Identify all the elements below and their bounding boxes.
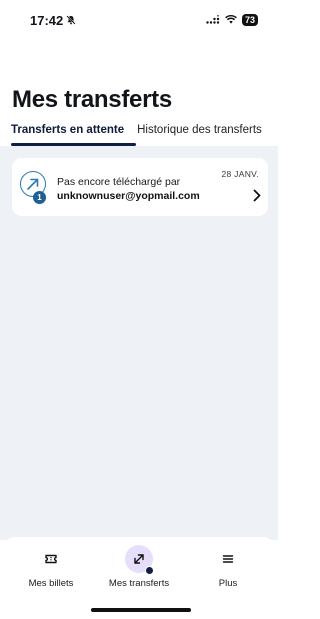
home-indicator[interactable] bbox=[91, 608, 191, 612]
transfer-status-text: Pas encore téléchargé par bbox=[57, 176, 181, 188]
nav-label-plus: Plus bbox=[218, 578, 238, 589]
bell-slash-icon bbox=[66, 13, 76, 28]
page-title: Mes transferts bbox=[12, 86, 172, 113]
transfer-date: 28 JANV. bbox=[221, 169, 259, 179]
notification-dot bbox=[145, 566, 154, 575]
status-icons: 73 bbox=[206, 11, 258, 29]
bottom-navigation: Mes billets Mes transferts Plus bbox=[0, 537, 278, 619]
nav-icon-container bbox=[37, 545, 65, 573]
nav-item-mes-transferts[interactable]: Mes transferts bbox=[94, 537, 184, 589]
chevron-right-icon[interactable] bbox=[253, 189, 261, 207]
tab-pending-transfers[interactable]: Transferts en attente bbox=[11, 122, 137, 146]
wifi-icon bbox=[225, 11, 237, 29]
transfer-count-badge: 1 bbox=[33, 191, 46, 204]
transfer-card[interactable]: 1 Pas encore téléchargé par unknownuser@… bbox=[12, 158, 268, 216]
status-bar: 17:42 73 bbox=[0, 0, 282, 40]
transfers-list: 1 Pas encore téléchargé par unknownuser@… bbox=[0, 146, 278, 540]
nav-label-mes-billets: Mes billets bbox=[28, 578, 74, 589]
tab-transfer-history[interactable]: Historique des transferts bbox=[137, 122, 262, 138]
nav-icon-container bbox=[214, 545, 242, 573]
nav-icon-container-active bbox=[125, 545, 154, 575]
nav-item-mes-billets[interactable]: Mes billets bbox=[6, 537, 96, 589]
status-time-group: 17:42 bbox=[30, 13, 76, 28]
nav-label-mes-transferts: Mes transferts bbox=[108, 578, 170, 589]
transfer-recipient-email: unknownuser@yopmail.com bbox=[57, 190, 200, 202]
battery-icon: 73 bbox=[241, 14, 258, 26]
status-time: 17:42 bbox=[30, 12, 64, 28]
signal-icon bbox=[206, 11, 220, 29]
nav-item-plus[interactable]: Plus bbox=[183, 537, 273, 589]
tab-bar: Transferts en attente Historique des tra… bbox=[0, 122, 282, 146]
